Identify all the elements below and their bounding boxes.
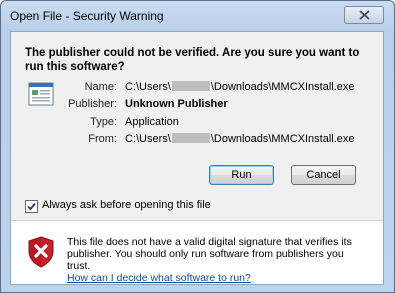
always-ask-checkbox[interactable] — [25, 200, 38, 213]
type-label: Type: — [90, 116, 117, 128]
cancel-button[interactable]: Cancel — [291, 165, 356, 185]
name-value: C:\Users\ \Downloads\MMCXInstall.exe — [125, 81, 355, 93]
warning-footer: This file does not have a valid digital … — [11, 222, 383, 284]
close-icon — [359, 10, 370, 20]
name-label: Name: — [84, 81, 117, 93]
window-title: Open File - Security Warning — [10, 9, 164, 23]
from-value-prefix: C:\Users\ — [125, 133, 171, 145]
always-ask-label[interactable]: Always ask before opening this file — [42, 199, 211, 211]
from-label: From: — [88, 133, 117, 145]
redacted-username — [171, 81, 210, 91]
name-value-prefix: C:\Users\ — [125, 81, 171, 93]
signature-warning-text: This file does not have a valid digital … — [67, 236, 352, 272]
close-button[interactable] — [344, 6, 384, 24]
help-link[interactable]: How can I decide what software to run? — [67, 272, 251, 284]
title-bar[interactable]: Open File - Security Warning — [1, 1, 394, 31]
checkmark-icon — [27, 202, 36, 211]
redacted-username — [171, 133, 210, 143]
publisher-value: Unknown Publisher — [125, 98, 228, 110]
type-value: Application — [125, 116, 179, 128]
from-value-suffix: \Downloads\MMCXInstall.exe — [210, 133, 355, 145]
warning-headline: The publisher could not be verified. Are… — [25, 47, 360, 73]
security-warning-shield-icon — [28, 236, 54, 268]
footer-message: This file does not have a valid digital … — [67, 236, 367, 284]
dialog-body: The publisher could not be verified. Are… — [10, 31, 384, 285]
publisher-label: Publisher: — [68, 98, 117, 110]
name-value-suffix: \Downloads\MMCXInstall.exe — [210, 81, 355, 93]
security-warning-dialog: Open File - Security Warning The publish… — [0, 0, 395, 293]
from-value: C:\Users\ \Downloads\MMCXInstall.exe — [125, 133, 355, 145]
run-button[interactable]: Run — [209, 165, 274, 185]
